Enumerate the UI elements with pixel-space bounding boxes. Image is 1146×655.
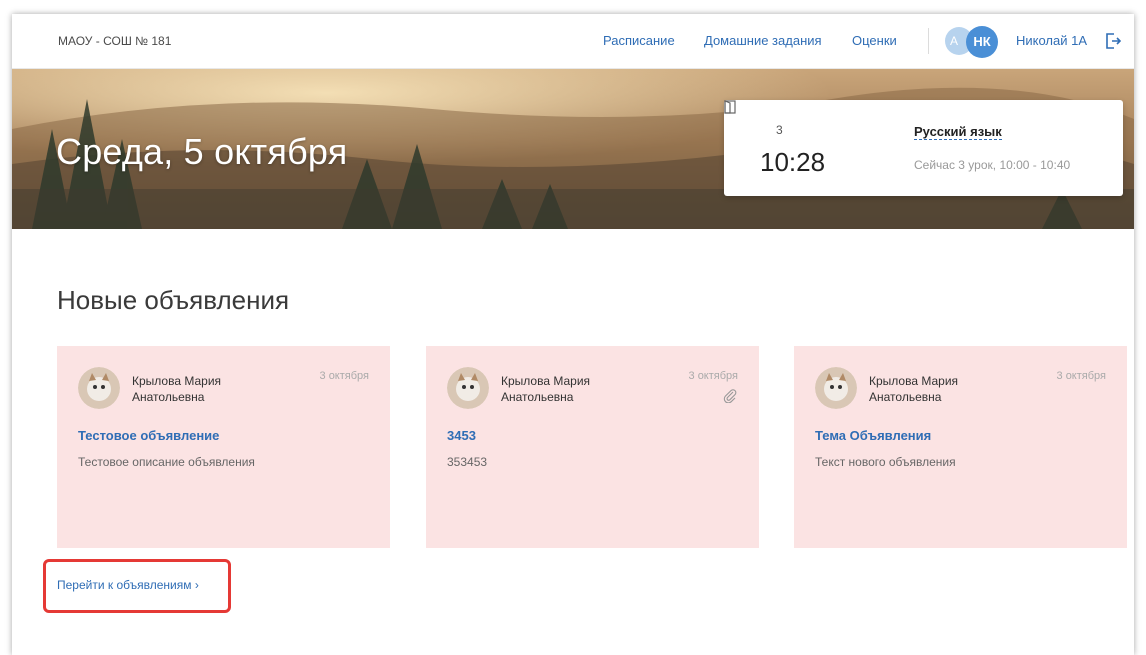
announcement-title-link[interactable]: Тестовое объявление: [78, 428, 219, 443]
paperclip-icon: [723, 389, 737, 403]
user-avatar[interactable]: НК: [966, 26, 998, 58]
announcement-text: 353453: [447, 455, 488, 469]
header-divider: [928, 28, 929, 54]
highlight-annotation: [43, 559, 231, 613]
announcement-card[interactable]: Крылова Мария Анатольевна 3 октября Тема…: [794, 346, 1127, 548]
user-name-link[interactable]: Николай 1А: [1016, 33, 1087, 48]
nav-schedule-link[interactable]: Расписание: [603, 33, 675, 48]
app-window: МАОУ - СОШ № 181 Расписание Домашние зад…: [12, 14, 1134, 655]
announcement-date: 3 октября: [688, 370, 738, 382]
author-avatar: [447, 367, 489, 409]
nav-homework-link[interactable]: Домашние задания: [704, 33, 822, 48]
author-name: Крылова Мария Анатольевна: [501, 374, 591, 404]
announcement-text: Тестовое описание объявления: [78, 455, 255, 469]
author-avatar: [815, 367, 857, 409]
lesson-time: 10:28: [760, 147, 826, 177]
announcements-title: Новые объявления: [57, 285, 290, 315]
logout-icon[interactable]: [1105, 32, 1121, 50]
announcement-card[interactable]: Крылова Мария Анатольевна 3 октября 3453…: [426, 346, 759, 548]
announcement-title-link[interactable]: Тема Объявления: [815, 428, 931, 443]
announcement-date: 3 октября: [1056, 370, 1106, 382]
lesson-subject-link[interactable]: Русский язык: [914, 124, 1002, 140]
top-bar: МАОУ - СОШ № 181 Расписание Домашние зад…: [12, 14, 1134, 69]
lesson-room: 3: [776, 123, 783, 137]
nav-grades-link[interactable]: Оценки: [852, 33, 897, 48]
current-lesson-card[interactable]: 3 10:28 Русский язык Сейчас 3 урок, 10:0…: [724, 100, 1123, 196]
announcement-card[interactable]: Крылова Мария Анатольевна 3 октября Тест…: [57, 346, 390, 548]
hero-banner: Среда, 5 октября 3 10:28 Русский язык Се…: [12, 69, 1134, 229]
author-name: Крылова Мария Анатольевна: [869, 374, 959, 404]
school-name: МАОУ - СОШ № 181: [58, 34, 172, 48]
current-date-title: Среда, 5 октября: [56, 131, 348, 172]
author-avatar: [78, 367, 120, 409]
announcement-date: 3 октября: [319, 370, 369, 382]
announcement-title-link[interactable]: 3453: [447, 428, 476, 443]
author-name: Крылова Мария Анатольевна: [132, 374, 222, 404]
announcement-text: Текст нового объявления: [815, 455, 956, 469]
door-icon: [724, 100, 736, 114]
lesson-now-text: Сейчас 3 урок, 10:00 - 10:40: [914, 158, 1071, 172]
